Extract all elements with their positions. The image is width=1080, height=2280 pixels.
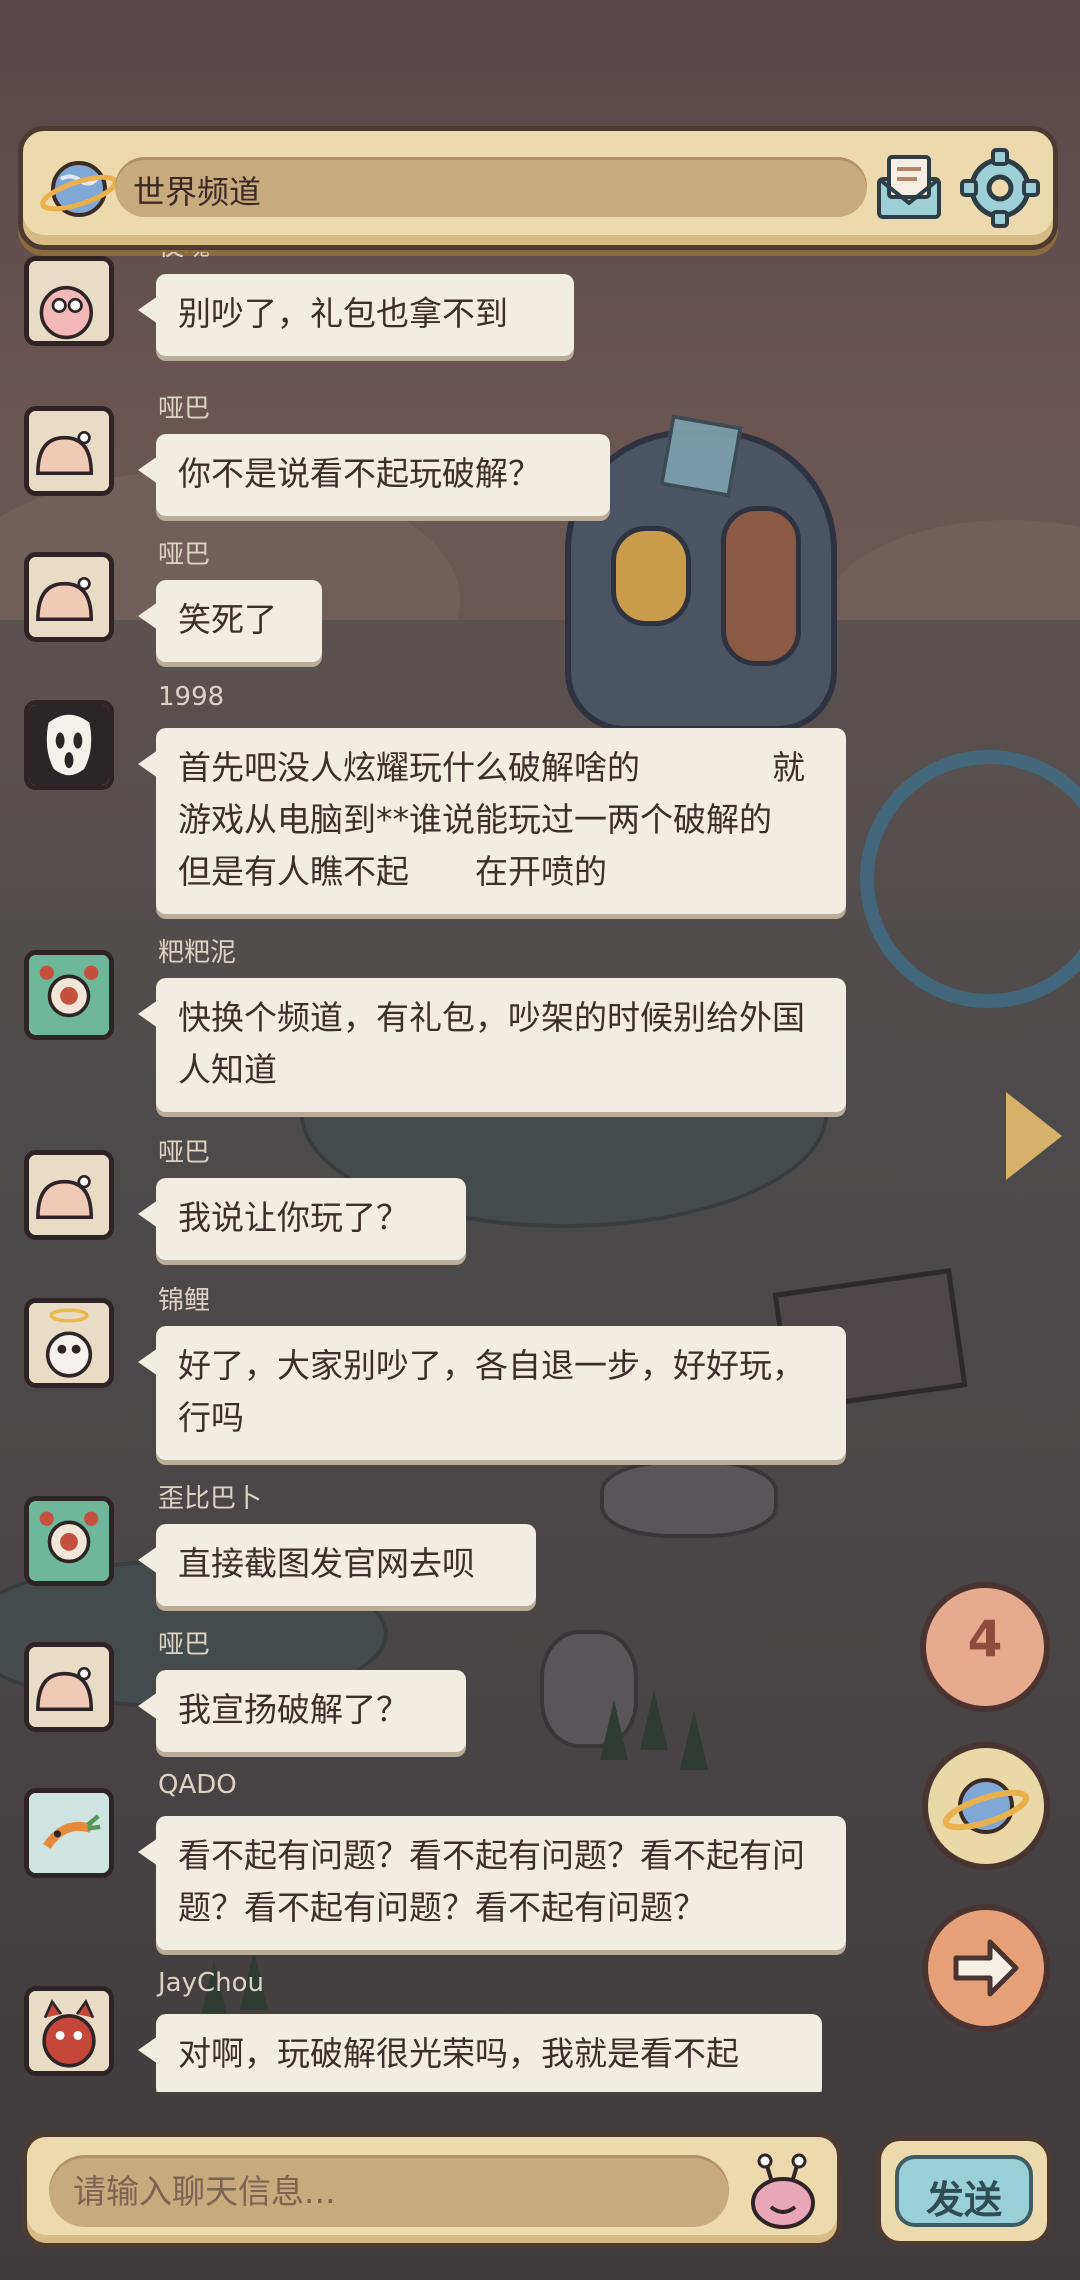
message-bubble: 别吵了，礼包也拿不到 — [138, 274, 574, 356]
username: QADO — [158, 1770, 237, 1800]
next-arrow-button[interactable] — [922, 1904, 1050, 2032]
username: 哑巴 — [158, 540, 211, 570]
username: 1998 — [158, 682, 225, 712]
snail-avatar[interactable] — [24, 1642, 114, 1732]
username: 粑粑泥 — [158, 938, 237, 968]
username: 哑巴 — [158, 394, 211, 424]
expand-arrow-button[interactable] — [1006, 1092, 1062, 1180]
chat-message-list[interactable]: 仗魂 别吵了，礼包也拿不到 哑巴 你不是说看不起玩破解？ 哑巴 笑死了 1998… — [0, 252, 880, 2092]
message-bubble: 首先吧没人炫耀玩什么破解啥的 就游戏从电脑到**谁说能玩过一两个破解的 但是有人… — [138, 728, 871, 914]
username: 哑巴 — [158, 1138, 211, 1168]
message-bubble: 你不是说看不起玩破解？ — [138, 434, 610, 516]
channel-name: 世界频道 — [133, 173, 262, 211]
ghostface-avatar[interactable] — [24, 700, 114, 790]
halo-snail-avatar[interactable] — [24, 1298, 114, 1388]
emoji-snail-icon[interactable] — [741, 2151, 825, 2231]
message-bubble: 直接截图发官网去呗 — [138, 1524, 536, 1606]
unread-count: 4 — [967, 1610, 1003, 1668]
snail-avatar[interactable] — [24, 256, 114, 346]
frog-avatar[interactable] — [24, 1496, 114, 1586]
channel-selector[interactable]: 世界频道 — [115, 157, 867, 217]
carrot-avatar[interactable] — [24, 1788, 114, 1878]
message-bubble: 笑死了 — [138, 580, 322, 662]
chat-message-input[interactable] — [49, 2155, 729, 2227]
arrow-right-icon — [953, 1939, 1019, 1997]
unread-count-button[interactable]: 4 — [920, 1582, 1050, 1712]
devil-avatar[interactable] — [24, 1986, 114, 2076]
snail-avatar[interactable] — [24, 1150, 114, 1240]
username: 歪比巴卜 — [158, 1484, 263, 1514]
world-channel-button[interactable] — [922, 1742, 1050, 1870]
gear-icon[interactable] — [959, 147, 1041, 229]
send-button[interactable]: 发送 — [876, 2136, 1052, 2246]
username: JayChou — [158, 1968, 265, 1998]
message-bubble: 看不起有问题？看不起有问题？看不起有问题？看不起有问题？看不起有问题？ — [138, 1816, 846, 1950]
channel-header: 世界频道 — [18, 126, 1058, 250]
snail-avatar[interactable] — [24, 406, 114, 496]
planet-icon — [40, 161, 118, 217]
mail-icon[interactable] — [869, 149, 949, 225]
username: 锦鲤 — [158, 1286, 211, 1316]
message-bubble: 对啊，玩破解很光荣吗，我就是看不起 — [138, 2014, 822, 2092]
message-bubble: 好了，大家别吵了，各自退一步，好好玩，行吗 — [138, 1326, 846, 1460]
message-bubble: 我说让你玩了？ — [138, 1178, 466, 1260]
chat-input-bar — [22, 2132, 842, 2248]
snail-avatar[interactable] — [24, 552, 114, 642]
username: 仗魂 — [158, 252, 210, 263]
send-label: 发送 — [925, 2178, 1002, 2222]
frog-avatar[interactable] — [24, 950, 114, 1040]
message-bubble: 我宣扬破解了？ — [138, 1670, 466, 1752]
username: 哑巴 — [158, 1630, 211, 1660]
message-bubble: 快换个频道，有礼包，吵架的时候别给外国人知道 — [138, 978, 846, 1112]
planet-icon — [942, 1778, 1030, 1834]
